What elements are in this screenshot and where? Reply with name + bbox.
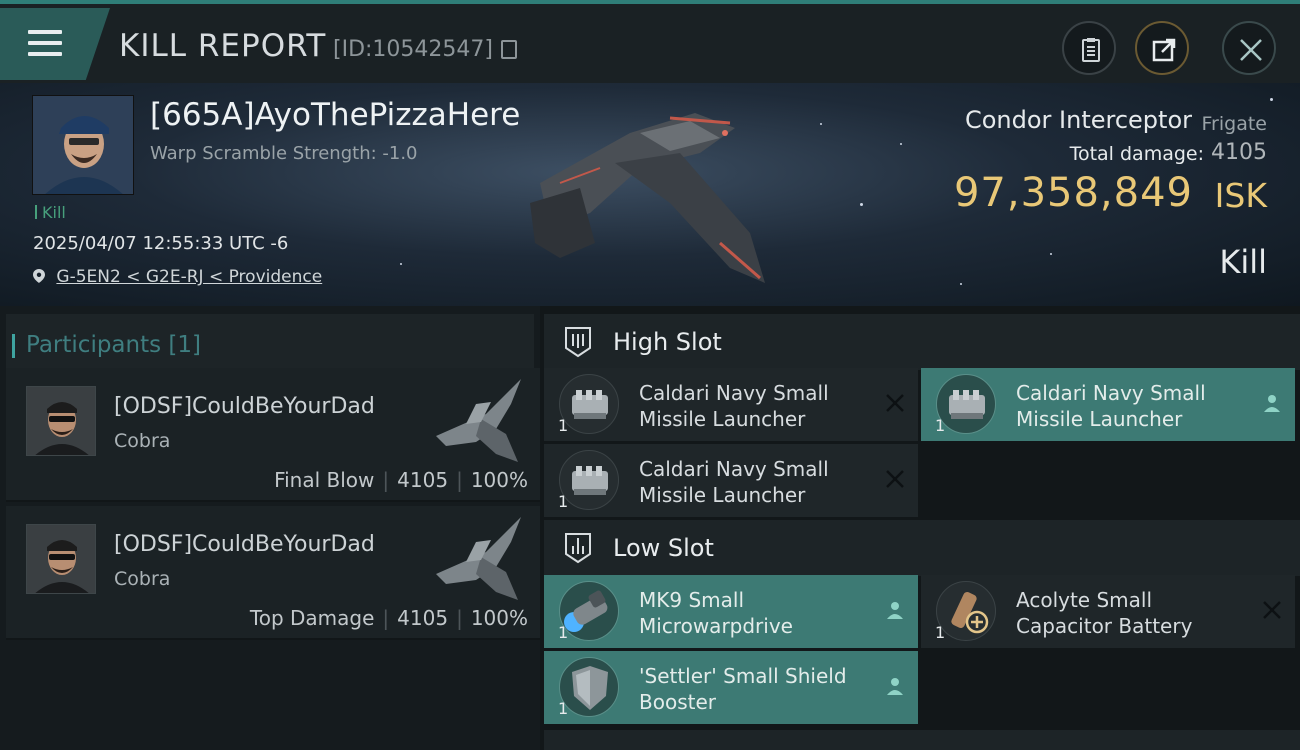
dropped-person-icon bbox=[887, 602, 903, 619]
fitting-panel: High Slot 1 Caldari Navy Small Missile L… bbox=[540, 306, 1300, 750]
isk-unit: ISK bbox=[1214, 176, 1267, 215]
low-slot-header: Low Slot bbox=[544, 520, 1300, 576]
module-item[interactable]: 1 MK9 Small Microwarpdrive bbox=[544, 575, 918, 648]
kill-location[interactable]: G-5EN2 < G2E-RJ < Providence bbox=[33, 267, 322, 287]
close-icon bbox=[1240, 39, 1262, 61]
share-button[interactable] bbox=[1135, 21, 1189, 75]
module-quantity: 1 bbox=[935, 416, 946, 435]
header-bar: KILL REPORT [ID:10542547] bbox=[0, 0, 1300, 83]
participant-avatar bbox=[26, 386, 96, 456]
participants-title: Participants [1] bbox=[12, 332, 201, 358]
copy-icon[interactable] bbox=[501, 40, 517, 59]
location-link[interactable]: G-5EN2 < G2E-RJ < Providence bbox=[56, 267, 322, 287]
module-quantity: 1 bbox=[558, 699, 569, 718]
module-item[interactable]: 1 Acolyte Small Capacitor Battery bbox=[921, 575, 1295, 648]
participant-damage: 4105 bbox=[397, 606, 449, 630]
destroyed-x-icon bbox=[886, 470, 904, 488]
pilot-avatar-icon bbox=[27, 387, 95, 455]
victim-banner: [665A]AyoThePizzaHere Warp Scramble Stre… bbox=[0, 83, 1300, 306]
participant-damage: 4105 bbox=[397, 468, 449, 492]
destroyed-x-icon bbox=[1263, 601, 1281, 619]
participants-header: Participants [1] bbox=[6, 314, 534, 370]
victim-ship-name[interactable]: Condor Interceptor bbox=[965, 106, 1192, 134]
module-quantity: 1 bbox=[558, 492, 569, 511]
kill-result: Kill bbox=[1219, 243, 1267, 281]
share-icon bbox=[1152, 38, 1176, 62]
participant-name[interactable]: [ODSF]CouldBeYourDad bbox=[114, 394, 375, 419]
module-quantity: 1 bbox=[558, 623, 569, 642]
module-quantity: 1 bbox=[935, 623, 946, 642]
condor-ship-image bbox=[530, 113, 765, 283]
module-item[interactable]: 1 Caldari Navy Small Missile Launcher bbox=[921, 368, 1295, 441]
module-name: Caldari Navy Small Missile Launcher bbox=[639, 457, 829, 507]
module-name: Acolyte Small Capacitor Battery bbox=[1016, 588, 1193, 638]
module-name: Caldari Navy Small Missile Launcher bbox=[1016, 381, 1206, 431]
menu-icon bbox=[28, 30, 62, 56]
kill-datetime: 2025/04/07 12:55:33 UTC -6 bbox=[33, 233, 289, 254]
total-damage-value: 4105 bbox=[1211, 140, 1267, 165]
destroyed-x-icon bbox=[886, 394, 904, 412]
participant-ship: Cobra bbox=[114, 430, 171, 452]
page-title: KILL REPORT bbox=[119, 28, 327, 64]
participant-ship: Cobra bbox=[114, 568, 171, 590]
pilot-avatar-icon bbox=[33, 96, 133, 194]
dropped-person-icon bbox=[1264, 395, 1280, 412]
dropped-person-icon bbox=[887, 678, 903, 695]
victim-name[interactable]: [665A]AyoThePizzaHere bbox=[150, 97, 520, 133]
isk-value: 97,358,849 bbox=[953, 170, 1193, 216]
pilot-avatar-icon bbox=[27, 525, 95, 593]
module-item[interactable]: 1 Caldari Navy Small Missile Launcher bbox=[544, 444, 918, 517]
total-damage-label: Total damage: bbox=[1069, 143, 1204, 165]
participant-stats: Top Damage | 4105 | 100% bbox=[249, 606, 528, 630]
report-id: [ID:10542547] bbox=[333, 37, 493, 62]
participant-row[interactable]: [ODSF]CouldBeYourDad Cobra Top Damage | 41… bbox=[6, 506, 540, 640]
module-item[interactable]: 1 'Settler' Small Shield Booster bbox=[544, 651, 918, 724]
cobra-ship-image bbox=[436, 379, 521, 462]
participant-avatar bbox=[26, 524, 96, 594]
participant-percent: 100% bbox=[470, 606, 528, 630]
high-slot-title: High Slot bbox=[613, 328, 722, 356]
high-slot-header: High Slot bbox=[544, 314, 1300, 370]
kill-tag: Kill bbox=[35, 203, 66, 222]
close-button[interactable] bbox=[1222, 21, 1276, 75]
low-slot-title: Low Slot bbox=[613, 534, 714, 562]
high-slot-icon bbox=[565, 327, 591, 358]
menu-button[interactable] bbox=[0, 8, 110, 80]
participants-panel: Participants [1] [ODSF]CouldBeYourDad Co… bbox=[0, 306, 540, 750]
participant-role: Top Damage bbox=[249, 606, 375, 630]
cobra-ship-image bbox=[436, 517, 521, 600]
mid-slot-header bbox=[544, 730, 1300, 750]
module-name: MK9 Small Microwarpdrive bbox=[639, 588, 793, 638]
module-name: Caldari Navy Small Missile Launcher bbox=[639, 381, 829, 431]
low-slot-icon bbox=[565, 533, 591, 564]
victim-portrait[interactable] bbox=[32, 95, 134, 195]
warp-scramble-strength: Warp Scramble Strength: -1.0 bbox=[150, 143, 418, 164]
participant-name[interactable]: [ODSF]CouldBeYourDad bbox=[114, 532, 375, 557]
participant-row[interactable]: [ODSF]CouldBeYourDad Cobra Final Blow | 41… bbox=[6, 368, 540, 502]
module-item[interactable]: 1 Caldari Navy Small Missile Launcher bbox=[544, 368, 918, 441]
module-quantity: 1 bbox=[558, 416, 569, 435]
clipboard-icon bbox=[1082, 38, 1100, 62]
victim-ship-class: Frigate bbox=[1201, 113, 1267, 135]
clipboard-button[interactable] bbox=[1062, 21, 1116, 75]
participant-role: Final Blow bbox=[274, 468, 375, 492]
participant-stats: Final Blow | 4105 | 100% bbox=[274, 468, 528, 492]
module-name: 'Settler' Small Shield Booster bbox=[639, 664, 847, 714]
location-pin-icon bbox=[33, 269, 45, 283]
participant-percent: 100% bbox=[470, 468, 528, 492]
